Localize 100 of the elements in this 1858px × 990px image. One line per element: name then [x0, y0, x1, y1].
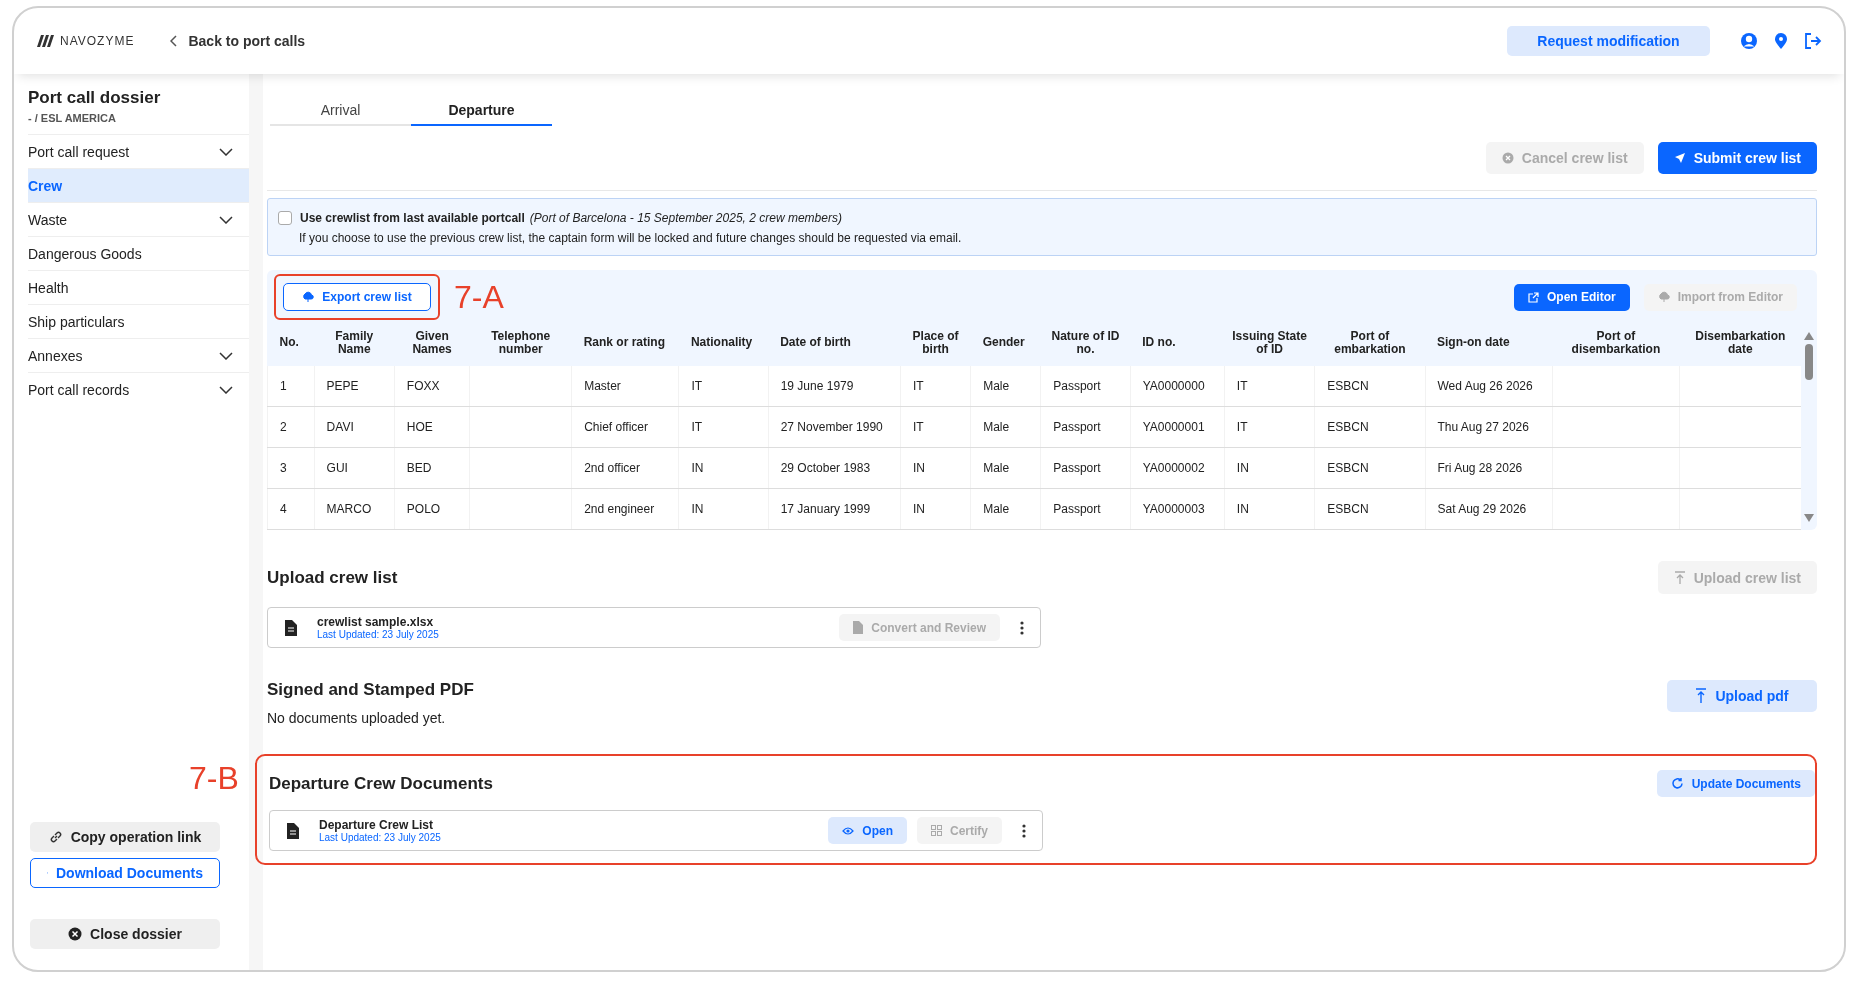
table-cell: FOXX: [406, 379, 440, 393]
table-cell: 27 November 1990: [780, 420, 883, 434]
table-cell: HOE: [406, 420, 433, 434]
table-cell: Passport: [1053, 461, 1101, 475]
upload-icon: [1695, 688, 1708, 704]
sidebar-item[interactable]: Crew: [28, 168, 249, 202]
chevron-left-icon: [170, 35, 179, 47]
open-editor-button[interactable]: Open Editor: [1514, 283, 1630, 311]
table-cell: 4: [280, 502, 287, 516]
column-header: Disembarkation date: [1695, 328, 1786, 356]
back-link[interactable]: Back to port calls: [170, 33, 306, 49]
open-button[interactable]: Open: [828, 817, 907, 844]
table-cell: IT: [1236, 420, 1248, 434]
file-name: crewlist sample.xlsx: [317, 615, 435, 629]
column-header: Rank or rating: [583, 335, 665, 350]
table-cell: Passport: [1053, 379, 1101, 393]
submit-crew-list-button[interactable]: Submit crew list: [1657, 142, 1817, 174]
column-header: Port of disembarkation: [1571, 328, 1661, 356]
file-icon: [286, 822, 299, 839]
annotation-label: 7-B: [189, 760, 239, 797]
column-header: Given Names: [412, 328, 452, 356]
table-cell: GUI: [326, 461, 348, 475]
table-cell: Male: [983, 461, 1010, 475]
column-header: Nature of ID no.: [1051, 328, 1120, 356]
checkbox[interactable]: [278, 211, 292, 225]
notice-text: If you choose to use the previous crew list, the captain form will be locked and future changes should be requested via email.: [299, 231, 963, 245]
copy-link-button[interactable]: Copy operation link: [30, 822, 220, 852]
section-title: Upload crew list: [267, 567, 398, 588]
table-cell: ESBCN: [1327, 420, 1369, 434]
file-updated-date: Last Updated: 23 July 2025: [319, 832, 441, 843]
download-documents-button[interactable]: Download Documents: [30, 858, 220, 888]
sidebar-item[interactable]: Dangerous Goods: [28, 236, 249, 270]
sidebar-item[interactable]: Health: [28, 270, 249, 304]
sidebar-item[interactable]: Annexes: [28, 338, 249, 372]
link-icon: [48, 830, 63, 844]
column-header: Nationality: [690, 335, 753, 350]
sidebar-item[interactable]: Waste: [28, 202, 249, 236]
column-header: Issuing State of ID: [1232, 328, 1307, 356]
table-cell: Male: [983, 420, 1010, 434]
table-cell: YA0000000: [1142, 379, 1205, 393]
close-dossier-button[interactable]: Close dossier: [30, 919, 220, 949]
table-cell: 29 October 1983: [780, 461, 871, 475]
table-cell: IT: [1236, 379, 1248, 393]
more-options-icon[interactable]: [1020, 620, 1024, 635]
upload-icon: [1673, 570, 1686, 585]
table-cell: 3: [280, 461, 287, 475]
scrollbar-thumb[interactable]: [1805, 344, 1814, 380]
chevron-down-icon: [219, 215, 233, 224]
table-cell: 2nd engineer: [584, 502, 655, 516]
file-icon: [284, 619, 297, 636]
column-header: Port of embarkation: [1334, 328, 1406, 356]
file-updated-date: Last Updated: 23 July 2025: [317, 629, 439, 640]
table-cell: Passport: [1053, 502, 1101, 516]
close-icon: [68, 927, 83, 941]
table-cell: BED: [406, 461, 432, 475]
table-cell: IN: [1236, 461, 1249, 475]
table-cell: ESBCN: [1327, 461, 1369, 475]
table-cell: 2nd officer: [584, 461, 640, 475]
tab[interactable]: Departure: [411, 94, 552, 126]
sidebar-subtitle: - / ESL AMERICA: [28, 112, 117, 124]
scroll-up-icon[interactable]: [1804, 332, 1815, 340]
file-icon: [853, 621, 864, 634]
table-cell: Chief officer: [584, 420, 648, 434]
logo-icon: [36, 34, 56, 48]
update-documents-button[interactable]: Update Documents: [1656, 770, 1815, 797]
tab[interactable]: Arrival: [270, 94, 411, 126]
section-title: Departure Crew Documents: [269, 773, 493, 794]
column-header: Sign-on date: [1437, 335, 1510, 350]
table-cell: YA0000003: [1142, 502, 1205, 516]
more-options-icon[interactable]: [1022, 823, 1026, 838]
request-modification-button[interactable]: Request modification: [1507, 26, 1710, 56]
location-pin-icon[interactable]: [1774, 32, 1788, 50]
table-cell: IN: [1236, 502, 1249, 516]
refresh-icon: [1670, 777, 1684, 790]
sidebar-item[interactable]: Ship particulars: [28, 304, 249, 338]
table-cell: ESBCN: [1327, 379, 1369, 393]
table-cell: PEPE: [326, 379, 359, 393]
table-cell: 17 January 1999: [780, 502, 871, 516]
sidebar-item[interactable]: Port call records: [28, 372, 249, 406]
export-crew-list-button[interactable]: Export crew list: [283, 283, 431, 311]
column-header: Gender: [982, 335, 1025, 350]
table-cell: YA0000001: [1142, 420, 1205, 434]
table-cell: IN: [691, 502, 704, 516]
sidebar-title: Port call dossier: [28, 88, 162, 108]
logout-icon[interactable]: [1804, 32, 1822, 50]
table-cell: IN: [913, 502, 925, 516]
table-cell: Thu Aug 27 2026: [1437, 420, 1529, 434]
table-cell: Master: [584, 379, 621, 393]
table-cell: Passport: [1053, 420, 1101, 434]
notice-detail: (Port of Barcelona - 15 September 2025, 2 crew members): [529, 211, 842, 225]
close-icon: [1501, 152, 1514, 164]
table-cell: POLO: [406, 502, 441, 516]
table-cell: IN: [691, 461, 704, 475]
upload-pdf-button[interactable]: Upload pdf: [1667, 680, 1817, 712]
user-icon[interactable]: [1740, 32, 1758, 50]
external-link-icon: [1528, 291, 1539, 303]
table-cell: 2: [280, 420, 287, 434]
scroll-down-icon[interactable]: [1804, 514, 1815, 522]
table-cell: Male: [983, 502, 1010, 516]
column-header: Place of birth: [912, 328, 959, 356]
